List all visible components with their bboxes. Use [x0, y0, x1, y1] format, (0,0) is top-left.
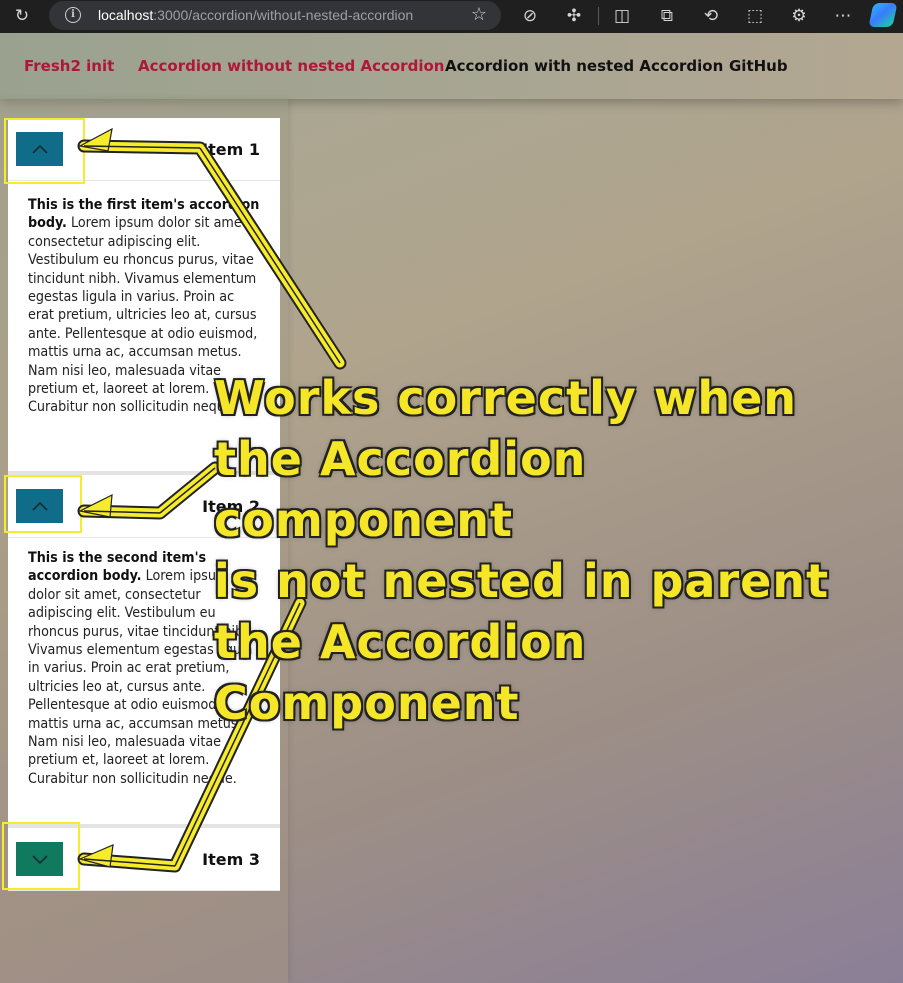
extensions-icon[interactable]: ✣ — [562, 4, 586, 28]
nav-link-accordion-without-nested[interactable]: Accordion without nested Accordion — [138, 57, 444, 75]
accordion-item-1-body-text: Lorem ipsum dolor sit amet, consectetur … — [28, 215, 258, 416]
favorite-star-icon[interactable]: ☆ — [471, 4, 487, 25]
url-text[interactable]: localhost:3000/accordion/without-nested-… — [98, 7, 413, 23]
accordion-item-1-toggle-button[interactable] — [16, 132, 63, 166]
url-host: localhost — [98, 7, 154, 23]
address-bar[interactable]: i localhost:3000/accordion/without-neste… — [49, 1, 501, 30]
chevron-up-icon — [31, 144, 48, 154]
accordion-item-1-title: Item 1 — [202, 140, 260, 159]
more-options-icon[interactable]: ⋯ — [831, 4, 855, 28]
accordion-item-1-body: This is the first item's accordion body.… — [28, 196, 264, 417]
accordion-item-1-header[interactable]: Item 1 — [8, 118, 280, 181]
history-icon[interactable]: ⟲ — [699, 4, 723, 28]
nav-link-fresh2-init[interactable]: Fresh2 init — [24, 57, 114, 75]
accordion: Item 1 This is the first item's accordio… — [8, 118, 280, 891]
browser-toolbar: ↻ i localhost:3000/accordion/without-nes… — [0, 0, 903, 33]
site-info-icon[interactable]: i — [65, 7, 81, 23]
accordion-item-2-header[interactable]: Item 2 — [8, 475, 280, 538]
nav-link-github[interactable]: GitHub — [729, 57, 788, 75]
nav-link-accordion-with-nested[interactable]: Accordion with nested Accordion — [445, 57, 723, 75]
accordion-item-2-toggle-button[interactable] — [16, 489, 63, 523]
accordion-item-2-title: Item 2 — [202, 497, 260, 516]
copilot-icon[interactable] — [868, 3, 898, 27]
accordion-item-3-toggle-button[interactable] — [16, 842, 63, 876]
collections-add-icon[interactable]: ⧉ — [655, 4, 679, 28]
chevron-up-icon — [31, 501, 48, 511]
url-path: :3000/accordion/without-nested-accordion — [153, 7, 414, 23]
accordion-item-2-body-text: Lorem ipsum dolor sit amet, consectetur … — [28, 568, 256, 787]
top-navigation: Fresh2 init Accordion without nested Acc… — [0, 33, 903, 99]
page-viewport: Fresh2 init Accordion without nested Acc… — [0, 33, 903, 983]
chevron-down-icon — [31, 855, 48, 865]
accordion-item-3-title: Item 3 — [202, 850, 260, 869]
annotation-text: Works correctly when the Accordion compo… — [214, 371, 830, 730]
toolbar-divider — [598, 7, 599, 25]
reload-icon[interactable]: ↻ — [10, 4, 34, 28]
split-screen-icon[interactable]: ◫ — [610, 4, 634, 28]
tracking-prevention-icon[interactable]: ⊘ — [518, 4, 542, 28]
accordion-item-2-body: This is the second item's accordion body… — [28, 549, 264, 788]
screenshot-icon[interactable]: ⬚ — [743, 4, 767, 28]
accordion-item-3-header[interactable]: Item 3 — [8, 828, 280, 891]
browser-essentials-icon[interactable]: ⚙ — [787, 4, 811, 28]
